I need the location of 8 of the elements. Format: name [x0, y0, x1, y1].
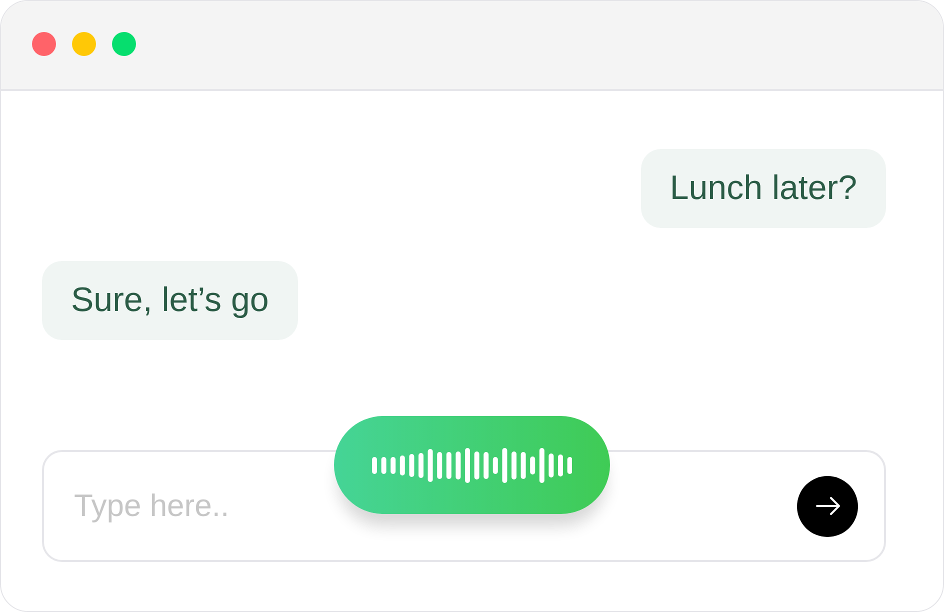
window-control-dot-icon[interactable]: [32, 32, 56, 56]
arrow-right-icon: [816, 497, 840, 515]
received-message-bubble: Sure, let’s go: [42, 261, 298, 340]
window-control-dot-icon[interactable]: [112, 32, 136, 56]
message-input[interactable]: Type here..: [74, 486, 314, 526]
window-control-dot-icon[interactable]: [72, 32, 96, 56]
sent-message-bubble: Lunch later?: [640, 149, 886, 228]
waveform-icon: [372, 448, 572, 482]
